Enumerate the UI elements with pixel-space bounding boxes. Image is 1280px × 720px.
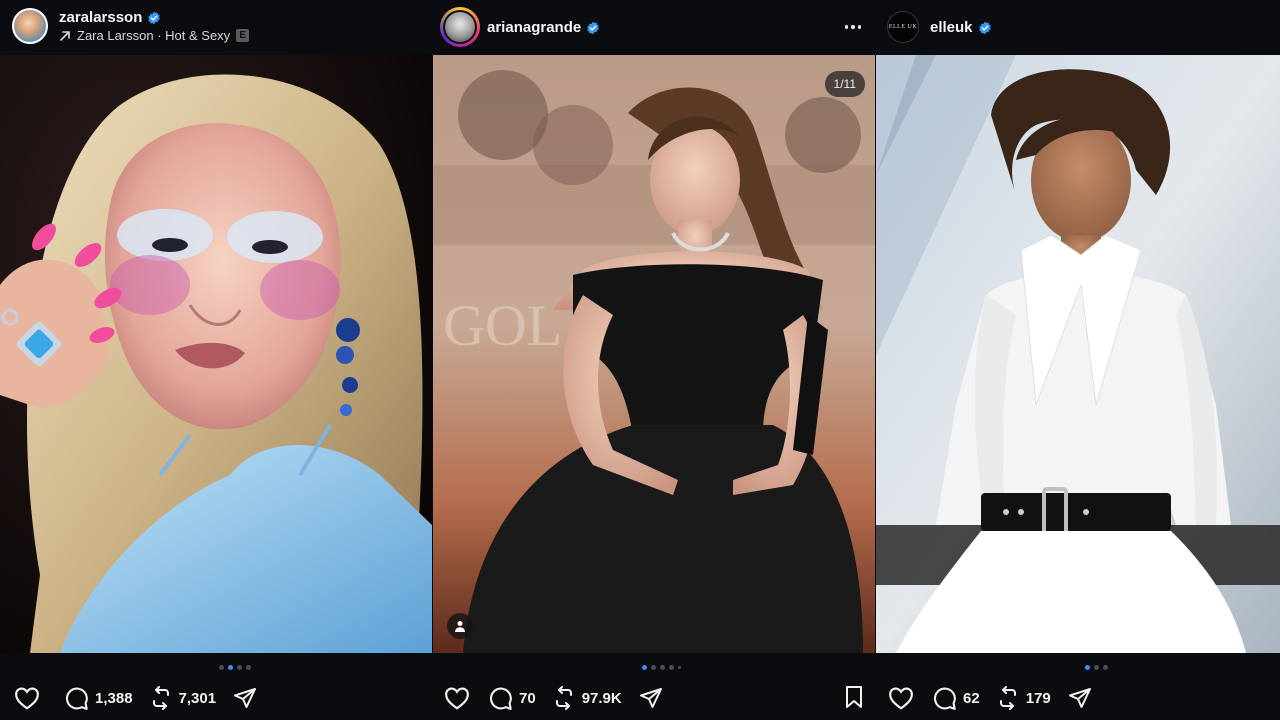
verified-badge-icon bbox=[148, 11, 161, 24]
carousel-counter: 1/11 bbox=[824, 71, 865, 97]
repost-icon bbox=[999, 686, 1016, 710]
carousel-dot bbox=[1094, 665, 1099, 670]
portrait-illustration: GOL bbox=[433, 55, 875, 653]
tagged-user-icon bbox=[455, 621, 465, 632]
carousel-indicator bbox=[219, 665, 251, 670]
carousel-dot bbox=[660, 665, 665, 670]
repost-button[interactable]: 7,301 bbox=[149, 686, 217, 710]
avatar[interactable]: ELLE UK bbox=[887, 11, 919, 43]
like-button[interactable] bbox=[14, 686, 40, 710]
repost-count: 7,301 bbox=[178, 689, 217, 707]
svg-text:GOL: GOL bbox=[443, 293, 562, 358]
username-text[interactable]: elleuk bbox=[930, 19, 973, 36]
share-icon bbox=[234, 688, 257, 708]
comment-count: 1,388 bbox=[95, 689, 133, 707]
like-button[interactable] bbox=[888, 686, 914, 710]
comment-button[interactable]: 70 bbox=[488, 686, 536, 711]
verified-badge-icon bbox=[978, 21, 991, 34]
avatar[interactable] bbox=[12, 8, 48, 44]
heart-icon bbox=[445, 687, 469, 710]
post-header: ELLE UK elleuk bbox=[876, 0, 1280, 55]
username[interactable]: zaralarsson bbox=[59, 9, 161, 26]
more-icon bbox=[844, 25, 849, 29]
post-header: arianagrande bbox=[433, 0, 875, 55]
comment-count: 70 bbox=[519, 689, 536, 707]
share-button[interactable] bbox=[1067, 686, 1093, 710]
comment-icon bbox=[489, 687, 512, 710]
save-button[interactable] bbox=[843, 685, 865, 714]
comment-icon bbox=[65, 687, 88, 710]
bookmark-icon bbox=[846, 686, 862, 708]
carousel-dot-active bbox=[1085, 665, 1090, 670]
tagged-users-button[interactable] bbox=[447, 613, 473, 639]
action-bar: 1,388 7,301 bbox=[14, 683, 274, 713]
post-header: zaralarsson Zara Larsson · Hot & Sexy E bbox=[0, 0, 432, 55]
action-bar: 70 97.9K bbox=[444, 683, 680, 713]
comment-icon bbox=[933, 687, 956, 710]
carousel-indicator bbox=[642, 665, 681, 670]
more-options-button[interactable] bbox=[841, 17, 865, 37]
portrait-illustration bbox=[0, 55, 432, 653]
username[interactable]: elleuk bbox=[930, 19, 992, 36]
repost-icon bbox=[152, 686, 169, 710]
share-icon bbox=[1068, 688, 1091, 708]
carousel-dot bbox=[651, 665, 656, 670]
post-elleuk: ELLE UK elleuk 62 179 bbox=[876, 0, 1280, 720]
carousel-dot-active bbox=[228, 665, 233, 670]
comment-button[interactable]: 62 bbox=[932, 686, 980, 711]
explicit-badge: E bbox=[236, 29, 250, 42]
comment-button[interactable]: 1,388 bbox=[64, 686, 133, 711]
portrait-illustration bbox=[876, 55, 1280, 653]
repost-button[interactable]: 97.9K bbox=[552, 686, 622, 710]
carousel-dot bbox=[669, 665, 674, 670]
action-bar: 62 179 bbox=[888, 683, 1109, 713]
carousel-dot-active bbox=[642, 665, 647, 670]
post-zaralarsson: zaralarsson Zara Larsson · Hot & Sexy E bbox=[0, 0, 432, 720]
like-button[interactable] bbox=[444, 686, 470, 710]
post-image[interactable]: GOL 1/11 bbox=[433, 55, 875, 653]
username[interactable]: arianagrande bbox=[487, 19, 600, 36]
repost-count: 179 bbox=[1025, 689, 1051, 707]
audio-label[interactable]: Zara Larsson · Hot & Sexy bbox=[77, 28, 230, 43]
post-image[interactable] bbox=[876, 55, 1280, 653]
audio-track[interactable]: Zara Larsson · Hot & Sexy E bbox=[59, 28, 250, 43]
verified-badge-icon bbox=[587, 21, 599, 34]
carousel-dot bbox=[237, 665, 242, 670]
carousel-dot bbox=[1103, 665, 1108, 670]
repost-button[interactable]: 179 bbox=[996, 686, 1051, 710]
heart-icon bbox=[889, 687, 913, 710]
username-text[interactable]: arianagrande bbox=[487, 19, 581, 36]
arrow-up-right-icon bbox=[60, 30, 70, 41]
username-text[interactable]: zaralarsson bbox=[59, 9, 142, 26]
carousel-dot bbox=[678, 666, 681, 669]
avatar-logo-text: ELLE UK bbox=[888, 24, 918, 30]
carousel-indicator bbox=[1085, 665, 1108, 670]
repost-icon bbox=[555, 686, 572, 710]
carousel-dot bbox=[246, 665, 251, 670]
post-arianagrande: arianagrande GOL 1/11 70 97.9K bbox=[433, 0, 875, 720]
share-button[interactable] bbox=[232, 686, 258, 710]
comment-count: 62 bbox=[963, 689, 980, 707]
share-button[interactable] bbox=[638, 686, 664, 710]
carousel-dot bbox=[219, 665, 224, 670]
avatar[interactable] bbox=[440, 7, 480, 47]
heart-icon bbox=[15, 687, 39, 710]
repost-count: 97.9K bbox=[581, 689, 622, 707]
post-image[interactable] bbox=[0, 55, 432, 653]
share-icon bbox=[639, 688, 662, 708]
